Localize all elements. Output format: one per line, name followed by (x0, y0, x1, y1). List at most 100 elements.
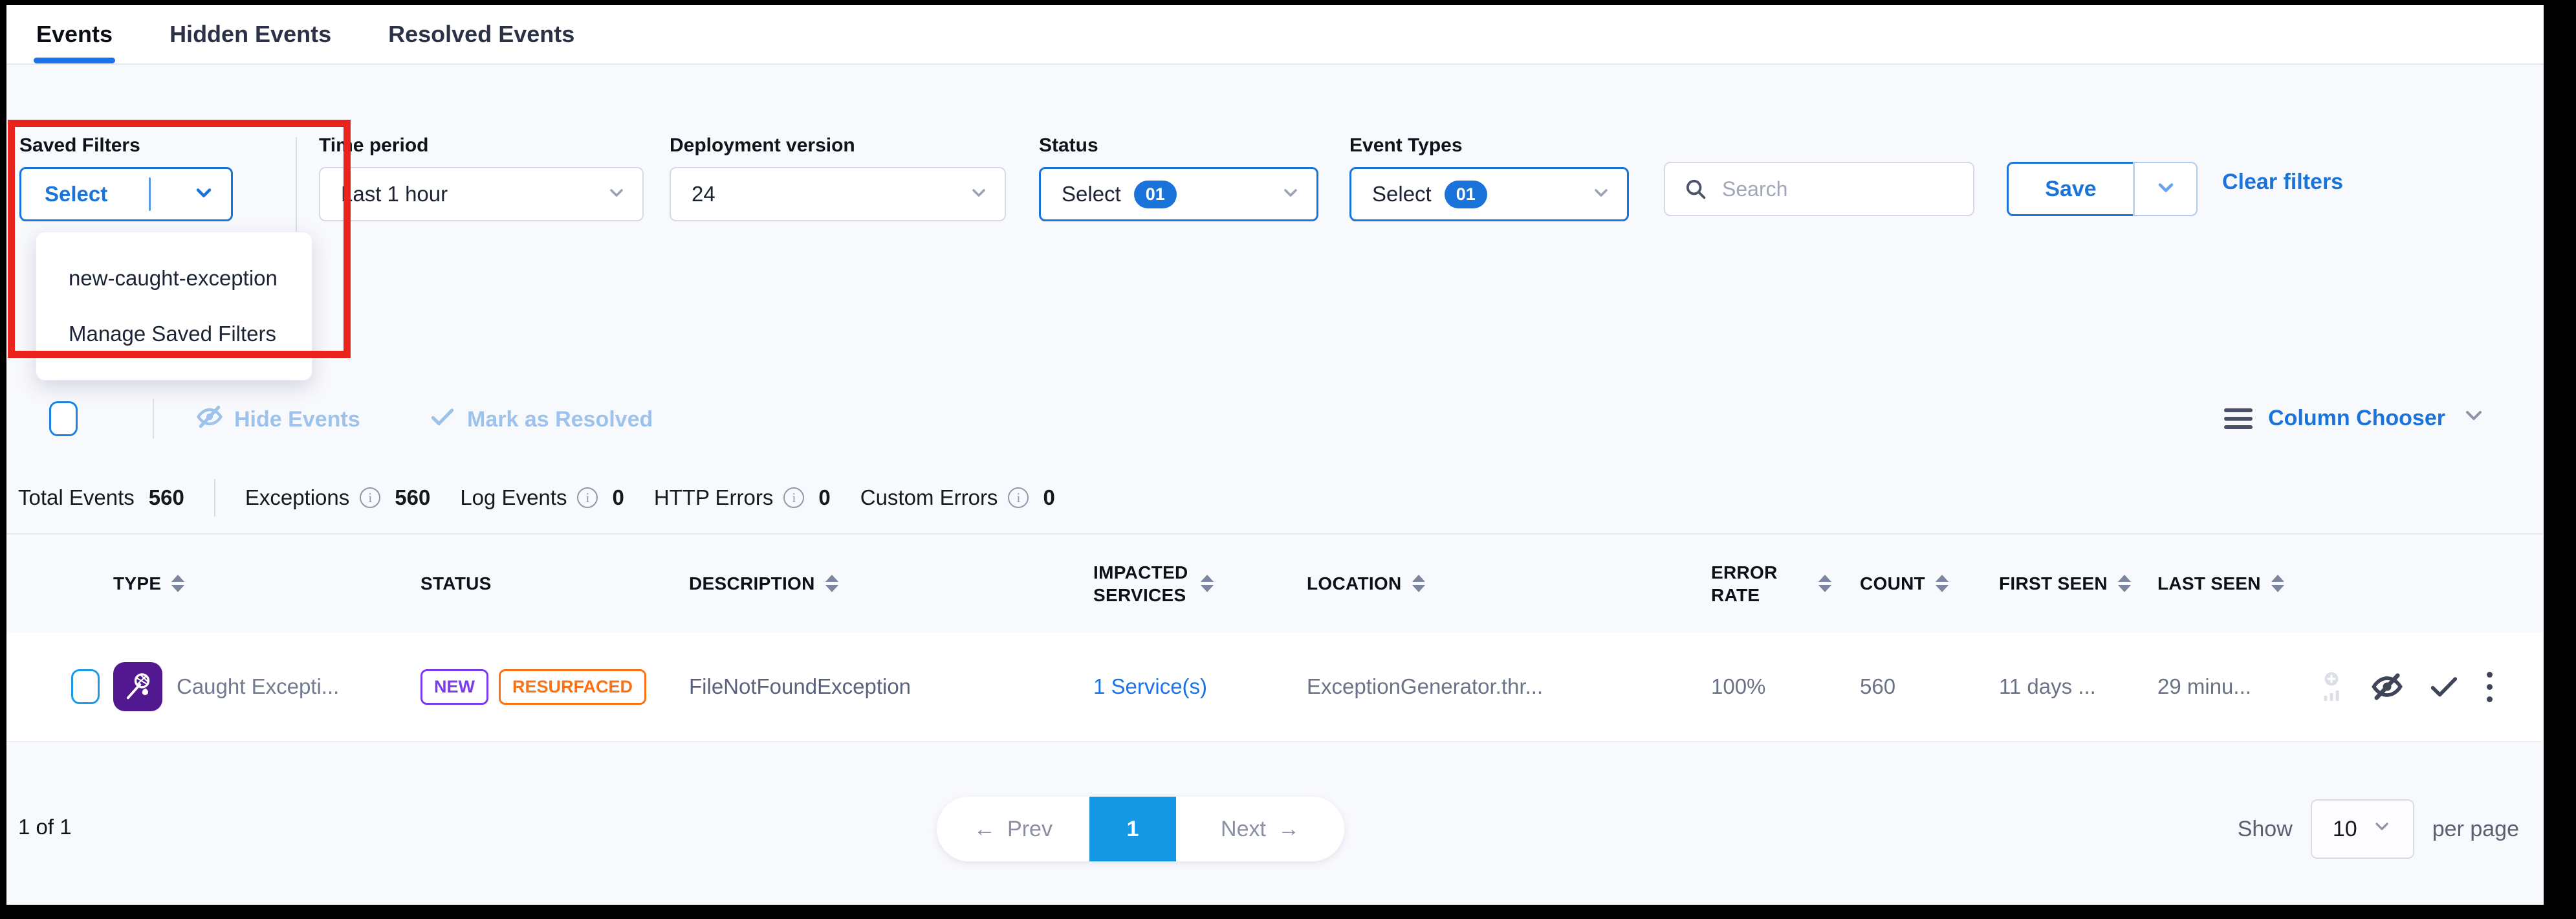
page-number-button[interactable]: 1 (1089, 797, 1176, 861)
hide-events-label: Hide Events (234, 407, 360, 432)
deployment-version-group: Deployment version 24 (670, 135, 1006, 221)
search-icon (1683, 177, 1708, 201)
column-label: DESCRIPTION (689, 573, 815, 594)
column-header-description: DESCRIPTION (689, 573, 1093, 594)
sort-icon[interactable] (2271, 575, 2284, 592)
row-actions-cell (2316, 669, 2542, 705)
event-types-value: Select (1372, 182, 1432, 206)
row-type-text: Caught Excepti... (177, 674, 339, 699)
sort-icon[interactable] (1412, 575, 1425, 592)
event-types-label: Event Types (1349, 135, 1629, 157)
row-checkbox-cell (6, 669, 113, 704)
status-badge-new: NEW (420, 669, 488, 705)
info-icon[interactable]: i (360, 487, 380, 508)
toolbar-divider (153, 399, 154, 439)
info-icon[interactable]: i (783, 487, 804, 508)
stat-total-events: Total Events 560 (18, 485, 184, 510)
column-header-type: TYPE (113, 573, 420, 594)
status-value: Select (1062, 182, 1121, 206)
stat-label: HTTP Errors (654, 485, 774, 510)
page-summary: 1 of 1 (18, 815, 72, 839)
select-all-checkbox[interactable] (49, 401, 78, 436)
chevron-down-icon (968, 183, 989, 206)
info-icon[interactable]: i (577, 487, 598, 508)
info-icon[interactable]: i (1008, 487, 1029, 508)
sort-icon[interactable] (1201, 575, 1214, 592)
save-dropdown-button[interactable] (2133, 162, 2198, 216)
chevron-down-icon (2372, 816, 2392, 843)
left-arrow-icon: ← (974, 817, 996, 842)
bulk-actions-toolbar: Hide Events Mark as Resolved Column Choo… (6, 396, 2544, 443)
page-size-value: 10 (2333, 817, 2357, 842)
time-period-value: Last 1 hour (341, 182, 448, 206)
sort-icon[interactable] (1936, 575, 1948, 592)
row-count-cell: 560 (1860, 674, 1999, 699)
stat-http-errors: HTTP Errors i 0 (654, 485, 831, 510)
row-checkbox[interactable] (71, 669, 100, 704)
status-select[interactable]: Select 01 (1039, 167, 1318, 221)
dropdown-item-saved-filter[interactable]: new-caught-exception (36, 250, 312, 306)
page-size-select[interactable]: 10 (2311, 799, 2414, 859)
row-impacted-services-link[interactable]: 1 Service(s) (1093, 674, 1307, 699)
status-badge-resurfaced: RESURFACED (499, 669, 646, 705)
hide-events-button[interactable]: Hide Events (195, 403, 360, 437)
row-type-cell: Caught Excepti... (113, 662, 420, 711)
search-box[interactable] (1664, 162, 1974, 216)
stat-custom-errors: Custom Errors i 0 (860, 485, 1055, 510)
table-row: Caught Excepti... NEW RESURFACED FileNot… (6, 632, 2542, 742)
prev-page-button[interactable]: ← Prev (937, 797, 1089, 861)
hide-event-icon[interactable] (2370, 670, 2404, 703)
row-location-cell: ExceptionGenerator.thr... (1307, 674, 1711, 699)
event-stats-row: Total Events 560 Exceptions i 560 Log Ev… (18, 479, 1055, 516)
kebab-menu-icon[interactable] (2484, 669, 2495, 705)
next-label: Next (1221, 817, 1266, 842)
column-chooser-button[interactable]: Column Chooser (2224, 403, 2487, 434)
column-label: ERROR RATE (1711, 561, 1808, 606)
sort-icon[interactable] (825, 575, 838, 592)
deployment-version-label: Deployment version (670, 135, 1006, 157)
column-header-status: STATUS (420, 573, 689, 594)
next-page-button[interactable]: Next → (1176, 797, 1344, 861)
sort-icon[interactable] (2118, 575, 2131, 592)
metrics-add-icon[interactable] (2316, 670, 2347, 703)
deployment-version-select[interactable]: 24 (670, 167, 1006, 221)
chevron-down-icon (2154, 176, 2178, 203)
time-period-label: Time period (319, 135, 644, 157)
screenshot-frame: Events Hidden Events Resolved Events Sav… (0, 0, 2576, 919)
column-header-impacted-services: IMPACTED SERVICES (1093, 561, 1307, 606)
hamburger-icon (2224, 408, 2253, 429)
saved-filters-select[interactable]: Select (19, 167, 233, 221)
saved-filters-value: Select (45, 182, 107, 206)
tab-events[interactable]: Events (36, 5, 113, 63)
column-label: LOCATION (1307, 573, 1402, 594)
event-types-select[interactable]: Select 01 (1349, 167, 1629, 221)
tab-resolved-events[interactable]: Resolved Events (388, 5, 574, 63)
right-arrow-icon: → (1278, 817, 1300, 842)
status-count-badge: 01 (1134, 181, 1177, 208)
event-types-count-badge: 01 (1445, 181, 1487, 208)
save-button[interactable]: Save (2007, 162, 2133, 216)
chevron-down-icon (2461, 403, 2487, 434)
pagination-bar: 1 of 1 ← Prev 1 Next → Show 10 (6, 797, 2544, 861)
tab-hidden-events[interactable]: Hidden Events (169, 5, 331, 63)
time-period-group: Time period Last 1 hour (319, 135, 644, 221)
deployment-version-value: 24 (692, 182, 715, 206)
sort-icon[interactable] (171, 575, 184, 592)
mark-as-resolved-button[interactable]: Mark as Resolved (428, 403, 653, 437)
search-input[interactable] (1722, 177, 1936, 201)
column-header-error-rate: ERROR RATE (1711, 561, 1860, 606)
show-label: Show (2238, 817, 2293, 842)
time-period-select[interactable]: Last 1 hour (319, 167, 644, 221)
clear-filters-link[interactable]: Clear filters (2222, 170, 2343, 195)
sort-icon[interactable] (1818, 575, 1831, 592)
pagination-pill: ← Prev 1 Next → (937, 797, 1344, 861)
saved-filters-group: Saved Filters Select (19, 135, 233, 221)
dropdown-item-manage-saved-filters[interactable]: Manage Saved Filters (36, 306, 312, 362)
caught-exception-icon (113, 662, 162, 711)
chevron-down-icon[interactable] (192, 181, 215, 208)
column-header-last-seen: LAST SEEN (2157, 573, 2316, 594)
stat-value: 0 (818, 485, 830, 510)
resolve-event-icon[interactable] (2427, 670, 2461, 703)
stats-divider (214, 479, 215, 516)
events-page: Events Hidden Events Resolved Events Sav… (6, 5, 2544, 905)
